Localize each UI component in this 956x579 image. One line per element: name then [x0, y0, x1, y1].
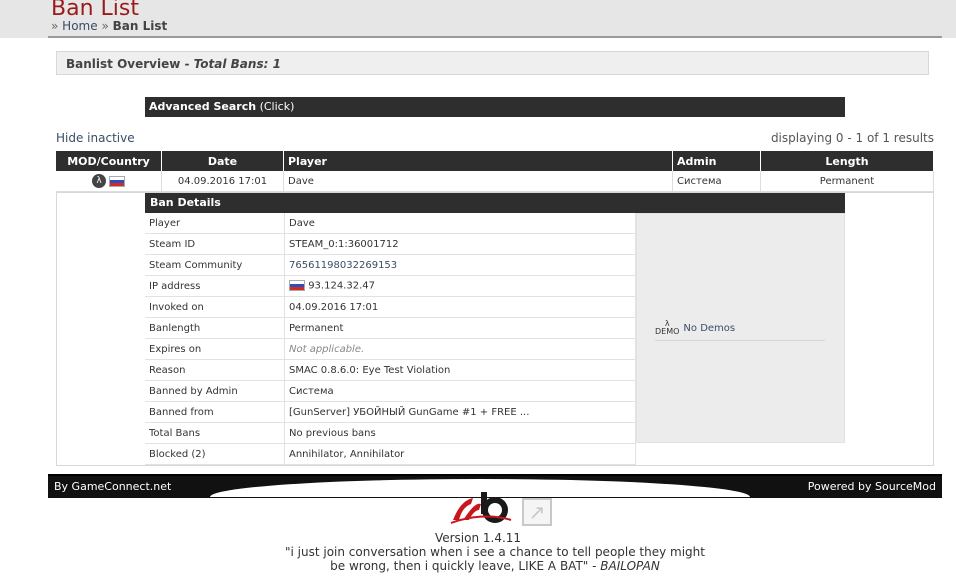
detail-value: STEAM_0:1:36001712 [284, 233, 636, 255]
column-header-mod-country[interactable]: MOD/Country [56, 151, 162, 171]
ru-flag-icon [109, 175, 125, 187]
detail-row: Steam ID STEAM_0:1:36001712 [145, 233, 636, 255]
detail-label: IP address [145, 275, 285, 297]
steam-community-link[interactable]: 76561198032269153 [284, 254, 636, 276]
table-header-row: MOD/Country Date Player Admin Length [56, 151, 934, 171]
quote-sep: - [588, 559, 601, 573]
overview-dash: - [180, 57, 194, 71]
detail-row: Expires on Not applicable. [145, 338, 636, 360]
advanced-search-hint: (Click) [259, 100, 295, 113]
column-header-date[interactable]: Date [161, 151, 284, 171]
detail-value: SMAC 0.8.6.0: Eye Test Violation [284, 359, 636, 381]
detail-value-ip: 93.124.32.47 [284, 275, 636, 297]
detail-row: Player Dave [145, 213, 636, 234]
detail-value: 04.09.2016 17:01 [284, 296, 636, 318]
no-demos-link[interactable]: No Demos [683, 323, 735, 334]
detail-label: Invoked on [145, 296, 285, 318]
detail-row: Steam Community 76561198032269153 [145, 254, 636, 276]
column-header-admin[interactable]: Admin [672, 151, 761, 171]
date-cell: 04.09.2016 17:01 [161, 171, 284, 192]
sourcebans-logo[interactable] [449, 490, 513, 526]
ru-flag-icon [289, 280, 305, 292]
detail-label: Banned from [145, 401, 285, 423]
detail-row: Invoked on 04.09.2016 17:01 [145, 296, 636, 318]
length-cell: Permanent [760, 171, 934, 192]
ban-details-table: Player Dave Steam ID STEAM_0:1:36001712 St… [145, 213, 636, 465]
detail-label: Expires on [145, 338, 285, 360]
detail-label: Blocked (2) [145, 443, 285, 465]
detail-label: Steam ID [145, 233, 285, 255]
external-link-icon[interactable]: ↗ [522, 498, 552, 526]
halflife-icon: λ [92, 174, 106, 188]
detail-row: IP address 93.124.32.47 [145, 275, 636, 297]
advanced-search-label: Advanced Search [149, 100, 257, 113]
demo-row: λ DEMO No Demos [655, 320, 825, 341]
detail-value: No previous bans [284, 422, 636, 444]
detail-label: Player [145, 213, 285, 234]
breadcrumb-current: Ban List [112, 19, 168, 33]
version-text: Version 1.4.11 [434, 531, 522, 545]
footer-quote: "i just join conversation when i see a c… [280, 545, 710, 573]
detail-row: Banned from [GunServer] УБОЙНЫЙ GunGame #… [145, 401, 636, 423]
breadcrumb-sep: » [51, 19, 59, 33]
gameconnect-link[interactable]: By GameConnect.net [54, 476, 171, 498]
banlist-overview: Banlist Overview - Total Bans: 1 [56, 51, 929, 75]
detail-value: Not applicable. [284, 338, 636, 360]
detail-row: Banlength Permanent [145, 317, 636, 339]
quote-author: BAILOPAN [600, 559, 660, 573]
column-header-player[interactable]: Player [283, 151, 673, 171]
detail-value: Система [284, 380, 636, 402]
detail-row: Total Bans No previous bans [145, 422, 636, 444]
detail-label: Banlength [145, 317, 285, 339]
ban-list-table: MOD/Country Date Player Admin Length λ 0… [56, 151, 934, 192]
player-cell: Dave [283, 171, 673, 192]
detail-label: Banned by Admin [145, 380, 285, 402]
total-bans: Total Bans: 1 [193, 57, 281, 71]
detail-row: Blocked (2) Annihilator, Annihilator [145, 443, 636, 465]
detail-label: Steam Community [145, 254, 285, 276]
overview-label: Banlist Overview [66, 57, 181, 71]
admin-cell: Система [672, 171, 761, 192]
results-count: displaying 0 - 1 of 1 results [770, 131, 934, 145]
column-header-length[interactable]: Length [760, 151, 934, 171]
ip-address-value: 93.124.32.47 [308, 280, 375, 292]
sourcemod-link[interactable]: Powered by SourceMod [808, 476, 936, 498]
ban-details-header: Ban Details [145, 193, 845, 213]
advanced-search-toggle[interactable]: Advanced Search (Click) [145, 97, 845, 117]
detail-value: Annihilator, Annihilator [284, 443, 636, 465]
detail-label: Reason [145, 359, 285, 381]
demo-icon: λ DEMO [655, 319, 680, 336]
breadcrumb-sep: » [101, 19, 109, 33]
mod-country-cell: λ [56, 171, 162, 192]
detail-value: [GunServer] УБОЙНЫЙ GunGame #1 + FREE ..… [284, 401, 636, 423]
detail-row: Banned by Admin Система [145, 380, 636, 402]
header-divider [48, 36, 942, 38]
detail-label: Total Bans [145, 422, 285, 444]
hide-inactive-link[interactable]: Hide inactive [56, 131, 135, 145]
breadcrumb: » Home » Ban List [51, 19, 167, 33]
demo-panel: λ DEMO No Demos [636, 213, 845, 443]
detail-value: Dave [284, 213, 636, 234]
detail-value: Permanent [284, 317, 636, 339]
detail-row: Reason SMAC 0.8.6.0: Eye Test Violation [145, 359, 636, 381]
table-row[interactable]: λ 04.09.2016 17:01 Dave Система Permanen… [56, 171, 934, 192]
breadcrumb-home-link[interactable]: Home [62, 19, 97, 33]
